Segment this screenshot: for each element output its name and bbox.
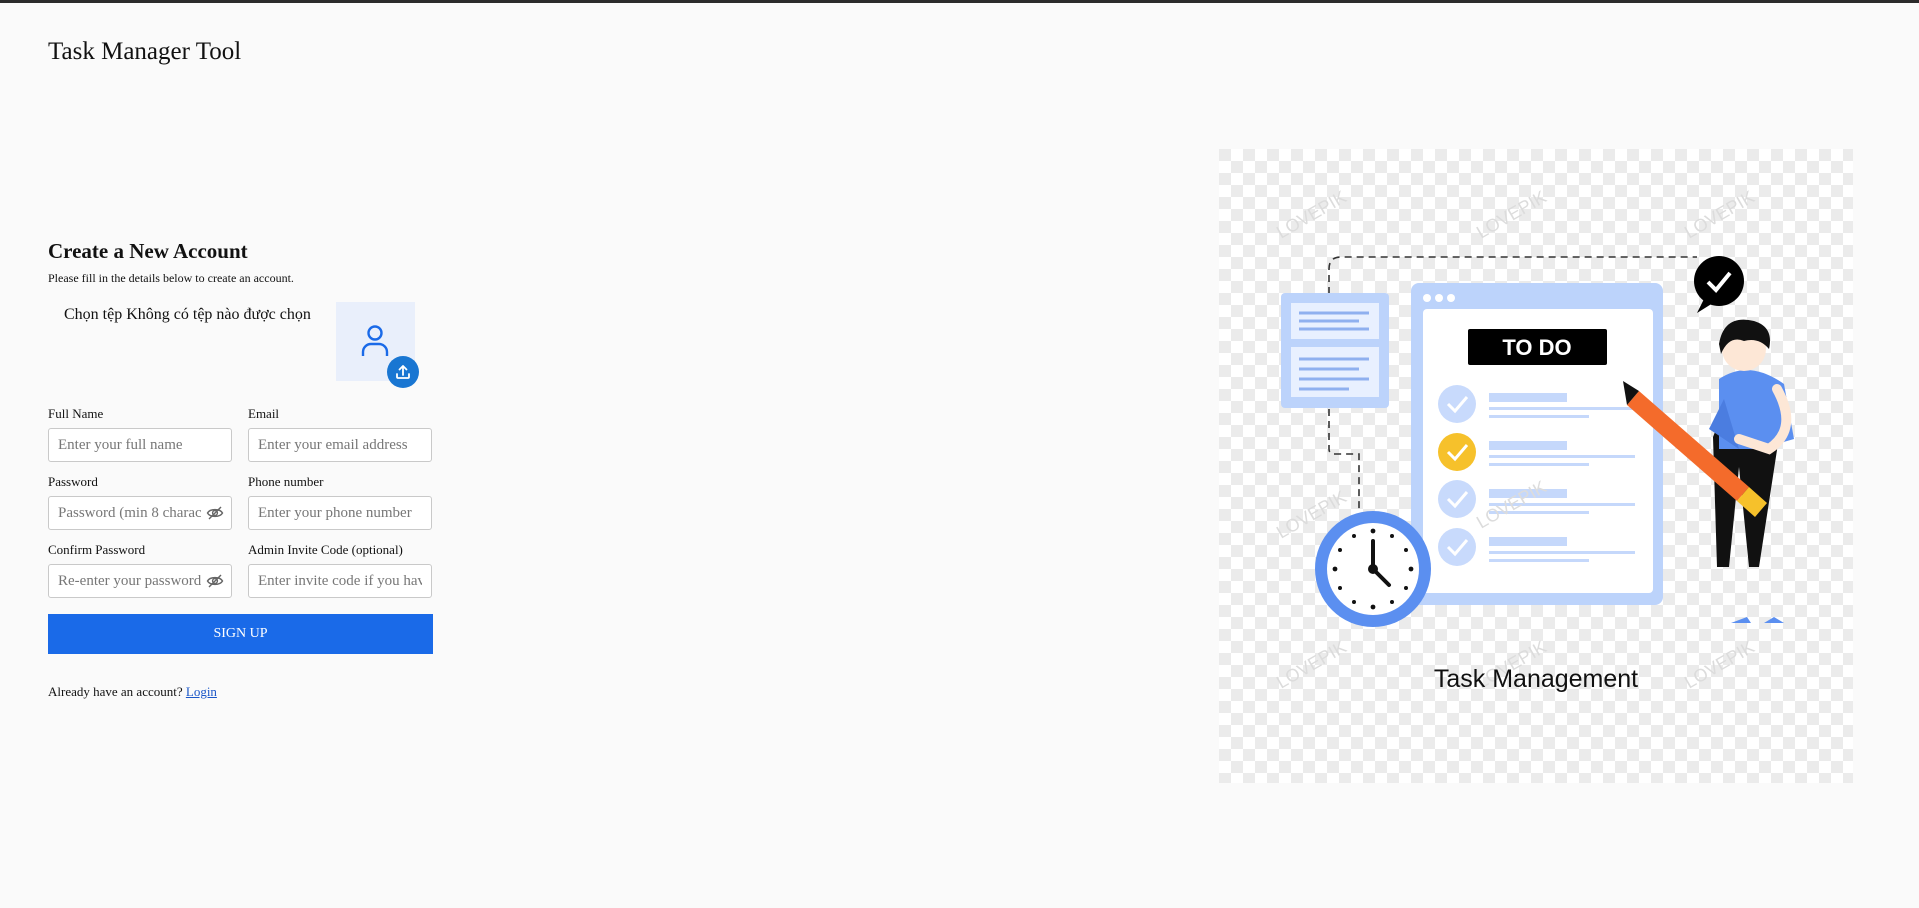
email-field: Email xyxy=(248,406,432,462)
full-name-label: Full Name xyxy=(48,406,104,421)
form-title: Create a New Account xyxy=(48,239,248,263)
signup-form: Create a New Account Please fill in the … xyxy=(48,239,433,700)
form-fields: Full Name Email Password Phone number Co… xyxy=(48,406,433,598)
phone-field: Phone number xyxy=(248,474,432,530)
file-input[interactable]: Chọn tệp Không có tệp nào được chọn xyxy=(64,306,311,324)
email-label: Email xyxy=(248,406,280,421)
illustration-caption: Task Management xyxy=(1434,665,1638,693)
confirm-password-input[interactable] xyxy=(48,564,232,598)
user-icon xyxy=(361,325,389,356)
eye-off-icon[interactable] xyxy=(206,573,224,589)
login-prompt: Already have an account? xyxy=(48,684,183,699)
todo-label: TO DO xyxy=(1502,335,1571,360)
upload-icon xyxy=(396,365,410,379)
phone-input[interactable] xyxy=(248,496,432,530)
phone-label: Phone number xyxy=(248,474,324,489)
signup-button[interactable]: SIGN UP xyxy=(48,614,433,654)
form-subtitle: Please fill in the details below to crea… xyxy=(48,271,294,285)
clock-icon xyxy=(1315,511,1431,627)
login-link[interactable]: Login xyxy=(186,684,217,699)
invite-code-field: Admin Invite Code (optional) xyxy=(248,542,432,598)
invite-code-label: Admin Invite Code (optional) xyxy=(248,542,403,557)
login-row: Already have an account? Login xyxy=(48,684,433,700)
email-input[interactable] xyxy=(248,428,432,462)
document-panel xyxy=(1281,293,1389,408)
password-field: Password xyxy=(48,474,232,530)
password-input[interactable] xyxy=(48,496,232,530)
full-name-input[interactable] xyxy=(48,428,232,462)
full-name-field: Full Name xyxy=(48,406,232,462)
profile-image-row: Chọn tệp Không có tệp nào được chọn xyxy=(48,286,433,406)
eye-off-icon[interactable] xyxy=(206,505,224,521)
todo-board: TO DO xyxy=(1411,283,1663,605)
invite-code-input[interactable] xyxy=(248,564,432,598)
task-management-illustration: TO DO LOVEPIK LOVEPIK LOVEPIK LOVEPIK LO… xyxy=(1219,149,1853,783)
password-label: Password xyxy=(48,474,98,489)
app-title: Task Manager Tool xyxy=(48,38,242,65)
confirm-password-field: Confirm Password xyxy=(48,542,232,598)
illustration-canvas: TO DO LOVEPIK LOVEPIK LOVEPIK LOVEPIK LO… xyxy=(1219,149,1853,783)
confirm-password-label: Confirm Password xyxy=(48,542,146,557)
upload-button[interactable] xyxy=(387,356,419,388)
